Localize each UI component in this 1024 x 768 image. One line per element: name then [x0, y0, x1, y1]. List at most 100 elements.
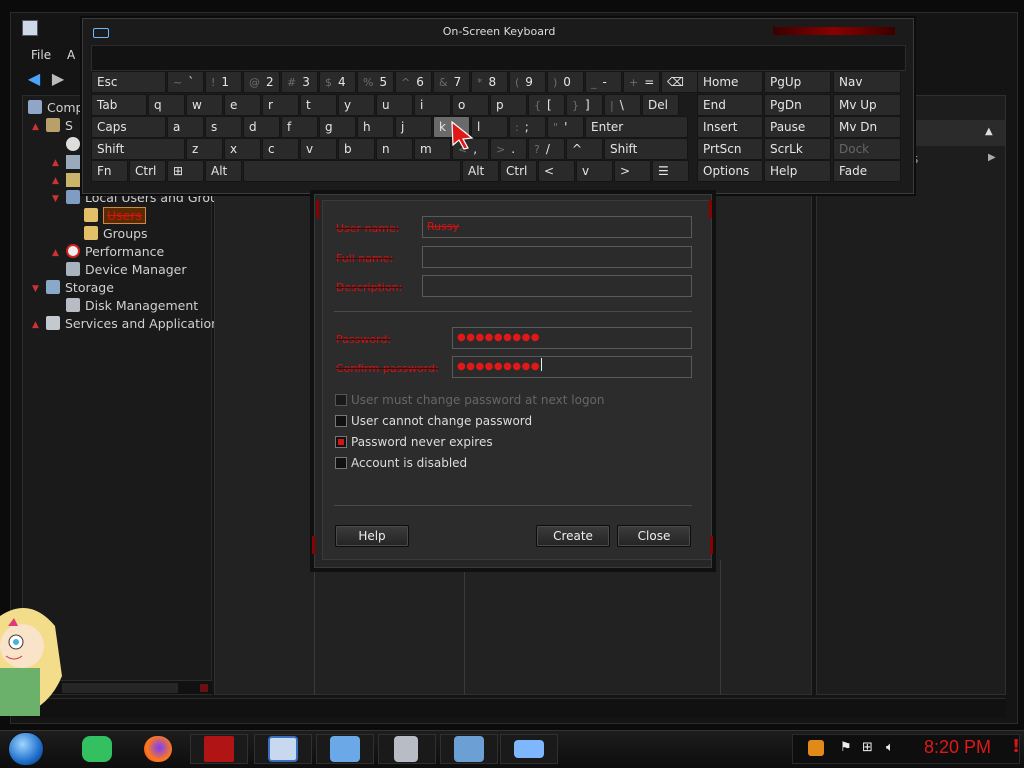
collapse-toggle-icon[interactable]: ▼ [52, 194, 59, 204]
osk-nav-key-prtscn[interactable]: PrtScn [697, 138, 763, 160]
full-name-field[interactable] [422, 246, 692, 268]
osk-key-5[interactable]: % 5 [357, 71, 394, 93]
scroll-right-icon[interactable] [200, 684, 208, 692]
expand-toggle-icon[interactable]: ▲ [32, 122, 39, 132]
osk-key-9[interactable]: (9 [509, 71, 546, 93]
osk-key-d[interactable]: d [243, 116, 280, 138]
osk-key-z[interactable]: z [186, 138, 223, 160]
osk-nav-key-pgup[interactable]: PgUp [764, 71, 831, 93]
osk-key-4[interactable]: $4 [319, 71, 356, 93]
osk-key-j[interactable]: j [395, 116, 432, 138]
osk-key-symbol[interactable]: | \ [604, 94, 641, 116]
menu-action[interactable]: A [67, 48, 75, 62]
osk-key-symbol[interactable]: {[ [528, 94, 565, 116]
osk-key-1[interactable]: ! 1 [205, 71, 242, 93]
osk-nav-key-scrlk[interactable]: ScrLk [764, 138, 831, 160]
tree-item-device-manager[interactable]: Device Manager [66, 261, 187, 279]
osk-key-y[interactable]: y [338, 94, 375, 116]
tree-item-performance[interactable]: Performance [66, 243, 164, 261]
osk-key-7[interactable]: & 7 [433, 71, 470, 93]
action-center-flag-icon[interactable]: ⚑ [840, 740, 852, 755]
osk-key-n[interactable]: n [376, 138, 413, 160]
network-icon[interactable]: ⊞ [862, 740, 873, 755]
collapse-toggle-icon[interactable]: ▼ [32, 284, 39, 294]
tree-item-services-and-applications[interactable]: Services and Applications [46, 315, 226, 333]
server-lock-icon[interactable] [394, 736, 418, 762]
osk-key-s[interactable]: s [205, 116, 242, 138]
osk-key-enter[interactable]: Enter [585, 116, 688, 138]
osk-nav-key-nav[interactable]: Nav [833, 71, 901, 93]
checkbox-password-never-expires[interactable]: Password never expires [335, 434, 493, 450]
osk-key-b[interactable]: b [338, 138, 375, 160]
close-button[interactable]: Close [617, 525, 691, 547]
volume-icon[interactable]: 🔈︎ [886, 740, 894, 755]
create-button[interactable]: Create [536, 525, 610, 547]
osk-nav-key-end[interactable]: End [697, 94, 763, 116]
osk-key-2[interactable]: @2 [243, 71, 280, 93]
shared-folders-icon[interactable] [66, 173, 80, 187]
tree-item-storage[interactable]: Storage [46, 279, 114, 297]
osk-key-f[interactable]: f [281, 116, 318, 138]
osk-key-c[interactable]: c [262, 138, 299, 160]
osk-key-symbol[interactable]: ? / [528, 138, 565, 160]
osk-key-o[interactable]: o [452, 94, 489, 116]
osk-key-3[interactable]: #3 [281, 71, 318, 93]
menu-key-icon[interactable]: ☰ [652, 160, 689, 182]
osk-key-p[interactable]: p [490, 94, 527, 116]
osk-key-l[interactable]: l [471, 116, 508, 138]
tree-item-system-tools[interactable]: S [46, 117, 73, 135]
osk-key-u[interactable]: u [376, 94, 413, 116]
osk-key-symbol[interactable]: }] [566, 94, 603, 116]
osk-key-shift[interactable]: Shift [604, 138, 688, 160]
osk-key-6[interactable]: ^ 6 [395, 71, 432, 93]
network-computer-icon[interactable] [454, 736, 484, 762]
event-viewer-icon[interactable] [66, 155, 80, 169]
osk-key-x[interactable]: x [224, 138, 261, 160]
osk-key-symbol[interactable]: < [538, 160, 575, 182]
confirm-password-field[interactable]: ●●●●●●●●● [452, 356, 692, 378]
tray-app-icon[interactable] [808, 740, 824, 756]
osk-key-m[interactable]: m [414, 138, 451, 160]
osk-key-alt[interactable]: Alt [205, 160, 242, 182]
tree-item-computer-management[interactable]: Comp [28, 99, 84, 117]
osk-key-symbol[interactable]: + = [623, 71, 660, 93]
osk-nav-key-fade[interactable]: Fade [833, 160, 901, 182]
media-app-icon[interactable] [204, 736, 234, 762]
osk-key-symbol[interactable]: ~ ` [167, 71, 204, 93]
osk-key-caps[interactable]: Caps [91, 116, 166, 138]
osk-key-symbol[interactable]: _ - [585, 71, 622, 93]
keyboard-icon[interactable] [514, 740, 544, 758]
osk-key-8[interactable]: * 8 [471, 71, 508, 93]
start-orb-icon[interactable] [8, 732, 44, 766]
help-button[interactable]: Help [335, 525, 409, 547]
osk-nav-key-insert[interactable]: Insert [697, 116, 763, 138]
checkbox-must-change-password[interactable]: User must change password at next logon [335, 392, 605, 408]
osk-key-fn[interactable]: Fn [91, 160, 128, 182]
osk-key-t[interactable]: t [300, 94, 337, 116]
osk-key-symbol[interactable]: >. [490, 138, 527, 160]
tree-item-groups[interactable]: Groups [84, 225, 148, 243]
tree-item-disk-management[interactable]: Disk Management [66, 297, 198, 315]
task-scheduler-icon[interactable] [66, 137, 80, 151]
osk-key-i[interactable]: i [414, 94, 451, 116]
user-name-field[interactable]: Russy [422, 216, 692, 238]
osk-key-a[interactable]: a [167, 116, 204, 138]
menu-file[interactable]: File [31, 48, 51, 62]
osk-nav-key-options[interactable]: Options [697, 160, 763, 182]
control-panel-icon[interactable] [330, 736, 360, 762]
osk-key-ctrl[interactable]: Ctrl [500, 160, 537, 182]
osk-key-w[interactable]: w [186, 94, 223, 116]
checkbox-cannot-change-password[interactable]: User cannot change password [335, 413, 532, 429]
submenu-arrow-icon[interactable]: ▶ [988, 152, 996, 163]
osk-key-alt[interactable]: Alt [462, 160, 499, 182]
show-desktop-button[interactable]: ! [1012, 736, 1020, 757]
osk-key-tab[interactable]: Tab [91, 94, 147, 116]
taskbar-clock[interactable]: 8:20 PM [924, 737, 991, 758]
expand-toggle-icon[interactable]: ▲ [52, 248, 59, 258]
osk-key-esc[interactable]: Esc [91, 71, 166, 93]
osk-key-h[interactable]: h [357, 116, 394, 138]
osk-key-v[interactable]: v [300, 138, 337, 160]
osk-key-ctrl[interactable]: Ctrl [129, 160, 166, 182]
checkbox-account-disabled[interactable]: Account is disabled [335, 455, 467, 471]
osk-key-e[interactable]: e [224, 94, 261, 116]
